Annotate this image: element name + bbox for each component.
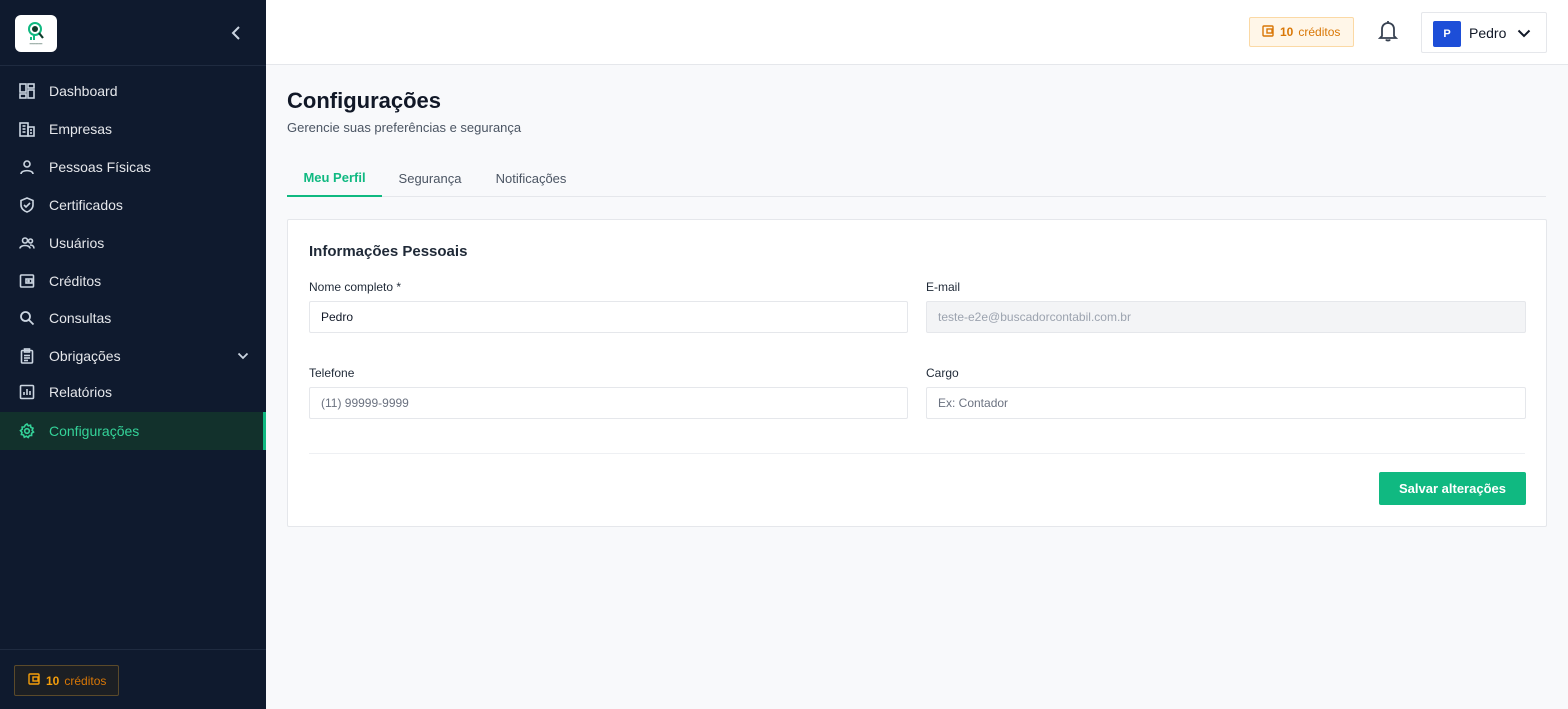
sidebar-item-label: Empresas bbox=[49, 121, 113, 137]
sidebar-item-consultas[interactable]: Consultas bbox=[0, 299, 266, 337]
sidebar-header: ━━━━━━━ bbox=[0, 0, 266, 66]
app-logo[interactable]: ━━━━━━━ bbox=[15, 15, 57, 52]
user-menu[interactable]: P Pedro bbox=[1421, 12, 1547, 53]
settings-tabs: Meu Perfil Segurança Notificações bbox=[287, 160, 1546, 197]
wallet-icon bbox=[18, 272, 36, 290]
credits-label: créditos bbox=[64, 673, 107, 688]
sidebar-item-label: Relatórios bbox=[49, 384, 113, 400]
sidebar-item-empresas[interactable]: Empresas bbox=[0, 110, 266, 148]
save-button[interactable]: Salvar alterações bbox=[1379, 472, 1526, 505]
sidebar-item-certificados[interactable]: Certificados bbox=[0, 186, 266, 224]
sidebar-item-label: Créditos bbox=[49, 273, 102, 289]
credits-amount: 10 bbox=[46, 673, 60, 688]
sidebar-item-label: Usuários bbox=[49, 235, 105, 251]
tab-seguranca[interactable]: Segurança bbox=[392, 160, 468, 197]
person-icon bbox=[18, 158, 36, 176]
user-name: Pedro bbox=[1469, 25, 1507, 41]
name-field[interactable] bbox=[309, 301, 908, 333]
top-header: 10 créditos P Pedro bbox=[266, 0, 1568, 65]
sidebar-item-obrigacoes[interactable]: Obrigações bbox=[0, 337, 266, 375]
sidebar-item-usuarios[interactable]: Usuários bbox=[0, 224, 266, 262]
bell-icon[interactable] bbox=[1376, 19, 1400, 43]
sidebar-item-label: Dashboard bbox=[49, 83, 118, 99]
page-title: Configurações bbox=[287, 88, 442, 113]
chevron-down-icon[interactable] bbox=[236, 349, 250, 363]
avatar: P bbox=[1433, 21, 1461, 47]
sidebar-item-configuracoes[interactable]: Configurações bbox=[0, 412, 266, 450]
sidebar-credits-badge[interactable]: 10 créditos bbox=[14, 665, 119, 696]
email-label: E-mail bbox=[926, 280, 961, 294]
phone-field[interactable] bbox=[309, 387, 908, 419]
page-subtitle: Gerencie suas preferências e segurança bbox=[287, 120, 522, 135]
shield-check-icon bbox=[18, 196, 36, 214]
chart-icon bbox=[18, 383, 36, 401]
form-divider bbox=[309, 453, 1525, 454]
sidebar-item-creditos[interactable]: Créditos bbox=[0, 262, 266, 300]
sidebar-item-label: Obrigações bbox=[49, 348, 121, 364]
tab-meu-perfil[interactable]: Meu Perfil bbox=[287, 160, 382, 197]
search-icon bbox=[18, 309, 36, 327]
credits-amount: 10 bbox=[1280, 25, 1294, 39]
sidebar-item-label: Pessoas Físicas bbox=[49, 159, 151, 175]
profile-card: Informações Pessoais Nome completo * E-m… bbox=[287, 219, 1547, 527]
section-title: Informações Pessoais bbox=[309, 243, 468, 260]
phone-label: Telefone bbox=[309, 366, 355, 380]
role-label: Cargo bbox=[926, 366, 959, 380]
sidebar-footer: 10 créditos bbox=[0, 649, 266, 709]
header-credits-badge[interactable]: 10 créditos bbox=[1249, 17, 1354, 47]
role-field[interactable] bbox=[926, 387, 1526, 419]
credits-label: créditos bbox=[1298, 25, 1341, 39]
name-label: Nome completo * bbox=[309, 280, 402, 294]
dashboard-icon bbox=[18, 82, 36, 100]
sidebar-item-label: Configurações bbox=[49, 423, 140, 439]
gear-icon bbox=[18, 422, 36, 440]
chevron-down-icon bbox=[1515, 24, 1533, 42]
clipboard-icon bbox=[18, 347, 36, 365]
sidebar-item-pessoas-fisicas[interactable]: Pessoas Físicas bbox=[0, 148, 266, 186]
logo-magnifier-icon bbox=[28, 22, 44, 40]
wallet-icon bbox=[1262, 24, 1274, 40]
sidebar: ━━━━━━━ Dashboard Empresas Pessoas Físic… bbox=[0, 0, 266, 709]
chevron-left-icon[interactable] bbox=[226, 22, 246, 44]
logo-wordmark: ━━━━━━━ bbox=[29, 42, 43, 46]
sidebar-item-relatorios[interactable]: Relatórios bbox=[0, 373, 266, 411]
sidebar-item-dashboard[interactable]: Dashboard bbox=[0, 72, 266, 110]
building-icon bbox=[18, 120, 36, 138]
sidebar-item-label: Certificados bbox=[49, 197, 123, 213]
users-icon bbox=[18, 234, 36, 252]
tab-notificacoes[interactable]: Notificações bbox=[489, 160, 573, 197]
wallet-icon bbox=[28, 673, 40, 688]
email-field bbox=[926, 301, 1526, 333]
sidebar-item-label: Consultas bbox=[49, 310, 112, 326]
